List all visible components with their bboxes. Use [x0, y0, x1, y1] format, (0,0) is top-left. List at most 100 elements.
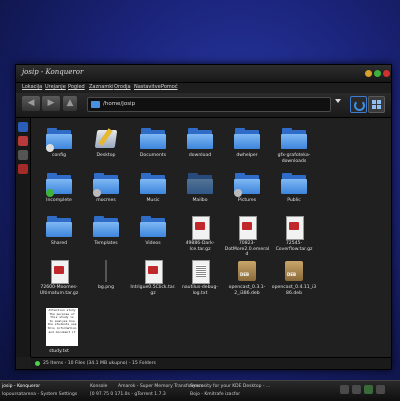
file-item[interactable]: gfx-grafoteka-downloads [271, 128, 317, 164]
file-item[interactable]: 70823-DotMore2.0.emerald [224, 216, 270, 258]
bookmarks-icon[interactable] [18, 122, 28, 132]
folder-icon [93, 216, 119, 238]
archive-icon [234, 216, 260, 240]
file-label: nautilus-debug-log.txt [181, 285, 219, 296]
up-button[interactable]: ▲ [63, 96, 77, 111]
folder-icon [234, 173, 260, 197]
file-item[interactable]: Intrigue0.5Click.tar.gz [130, 260, 176, 296]
file-item[interactable]: mocmes [83, 173, 129, 204]
menu-bar: Lokacija Urejanje Pogled Zaznamki Orodja… [16, 83, 391, 92]
tray-clock-icon[interactable] [376, 385, 385, 394]
file-item[interactable]: Music [130, 173, 176, 204]
file-label: Videos [145, 241, 161, 246]
task-konqueror[interactable]: josip - Konqueror [2, 384, 40, 389]
file-item[interactable]: 49886-Dark-Ice.tar.gz [177, 216, 223, 252]
file-label: opencast_0.4.11_i386.deb [271, 285, 317, 296]
file-label: opencast_0.3.1-2_i386.deb [228, 285, 266, 296]
network-icon[interactable] [18, 164, 28, 174]
archive-icon [46, 260, 72, 284]
file-item[interactable]: Attention study The purpose of this study … [36, 308, 82, 355]
task-syncosity[interactable]: Syncosity for your KDE Desktop - ... [190, 384, 270, 389]
location-input[interactable]: /home/josip [103, 101, 135, 107]
icon-view-icon[interactable] [368, 96, 385, 113]
menu-urejanje[interactable]: Urejanje [45, 84, 66, 90]
file-item[interactable]: DEB opencast_0.4.11_i386.deb [271, 260, 317, 296]
file-item[interactable]: Videos [130, 216, 176, 247]
task-system-settings[interactable]: lopoursatarena - System Settings [2, 392, 77, 397]
folder-icon [140, 216, 166, 238]
folder-icon [187, 173, 213, 195]
menu-nastavitve[interactable]: Nastavitve [134, 84, 161, 90]
file-label: dwhelper [236, 153, 258, 158]
sidebar [16, 118, 31, 357]
menu-pomoc[interactable]: Pomoč [161, 84, 178, 90]
tray-network-icon[interactable] [340, 385, 349, 394]
text-preview: Attention study The purpose of this study … [46, 308, 78, 346]
desktop-icon [93, 128, 119, 150]
file-item[interactable]: Pictures [224, 173, 270, 204]
file-item[interactable]: Templates [83, 216, 129, 247]
file-label: Shared [50, 241, 68, 246]
file-label: 49886-Dark-Ice.tar.gz [185, 241, 215, 252]
task-konsole[interactable]: Konsole [90, 384, 107, 389]
history-icon[interactable] [18, 136, 28, 146]
maximize-button[interactable] [374, 70, 381, 77]
deb-package-icon: DEB [234, 260, 260, 282]
file-label: study.txt [49, 349, 69, 354]
task-other[interactable]: Bojo - Kmitrafe izacfor [190, 392, 240, 397]
chevron-down-icon[interactable] [335, 99, 341, 103]
folder-icon [46, 173, 72, 197]
location-bar[interactable]: /home/josip [87, 97, 331, 112]
home-icon[interactable] [18, 150, 28, 160]
file-item[interactable]: Shared [36, 216, 82, 247]
minimize-button[interactable] [365, 70, 372, 77]
tray-volume-icon[interactable] [352, 385, 361, 394]
file-item[interactable]: config [36, 128, 82, 159]
folder-icon [46, 216, 72, 238]
file-item[interactable]: nautilus-debug-log.txt [177, 260, 223, 296]
deb-package-icon: DEB [281, 260, 307, 282]
toolbar: ◀ ▶ ▲ /home/josip [16, 93, 391, 118]
title-bar[interactable]: josip - Konqueror [16, 65, 391, 83]
file-label: Documents [139, 153, 167, 158]
file-item[interactable]: Desktop [83, 128, 129, 159]
menu-pogled[interactable]: Pogled [68, 84, 85, 90]
status-text: 25 Items - 10 Files (34.1 MB ukupno) - 1… [43, 361, 156, 366]
close-button[interactable] [383, 70, 390, 77]
image-file-icon [93, 260, 119, 282]
tray-update-icon[interactable] [364, 385, 373, 394]
file-label: Incomplete [46, 198, 72, 203]
menu-zaznamki[interactable]: Zaznamki [89, 84, 114, 90]
file-label: Music [146, 198, 160, 203]
file-item[interactable]: DEB opencast_0.3.1-2_i386.deb [224, 260, 270, 296]
menu-orodja[interactable]: Orodja [114, 84, 131, 90]
file-item[interactable]: Incomplete [36, 173, 82, 204]
back-button[interactable]: ◀ [22, 96, 40, 111]
file-item[interactable]: Mailbo [177, 173, 223, 204]
file-item[interactable]: bg.png [83, 260, 129, 291]
archive-icon [281, 216, 307, 240]
forward-button[interactable]: ▶ [42, 96, 60, 111]
file-item[interactable]: 72545-Coverflow.tar.gz [271, 216, 317, 252]
file-label: Pictures [237, 198, 257, 203]
file-label: 72600-Moomes-Ultimatum.tar.gz [39, 285, 79, 296]
reload-icon[interactable] [350, 96, 367, 113]
file-item[interactable]: Documents [130, 128, 176, 159]
file-item[interactable]: download [177, 128, 223, 159]
file-label: Desktop [96, 153, 116, 158]
task-gtorrent[interactable]: [0 97.75 0 171.0s - gTorrent 1.7.3 [90, 392, 166, 397]
file-item[interactable]: 72600-Moomes-Ultimatum.tar.gz [36, 260, 82, 296]
file-label: gfx-grafoteka-downloads [277, 153, 311, 164]
file-label: 70823-DotMore2.0.emerald [224, 241, 270, 257]
folder-icon [93, 173, 119, 197]
file-item[interactable]: Public [271, 173, 317, 204]
file-item[interactable]: dwhelper [224, 128, 270, 159]
archive-icon [140, 260, 166, 284]
menu-lokacija[interactable]: Lokacija [22, 84, 42, 90]
file-label: Mailbo [192, 198, 208, 203]
folder-icon [46, 128, 72, 152]
file-view: config Desktop Documents download dwhelper gf… [31, 118, 391, 357]
file-label: download [188, 153, 212, 158]
taskbar: josip - Konqueror Konsole Amarok - Super… [0, 380, 400, 401]
file-label: Templates [94, 241, 118, 246]
